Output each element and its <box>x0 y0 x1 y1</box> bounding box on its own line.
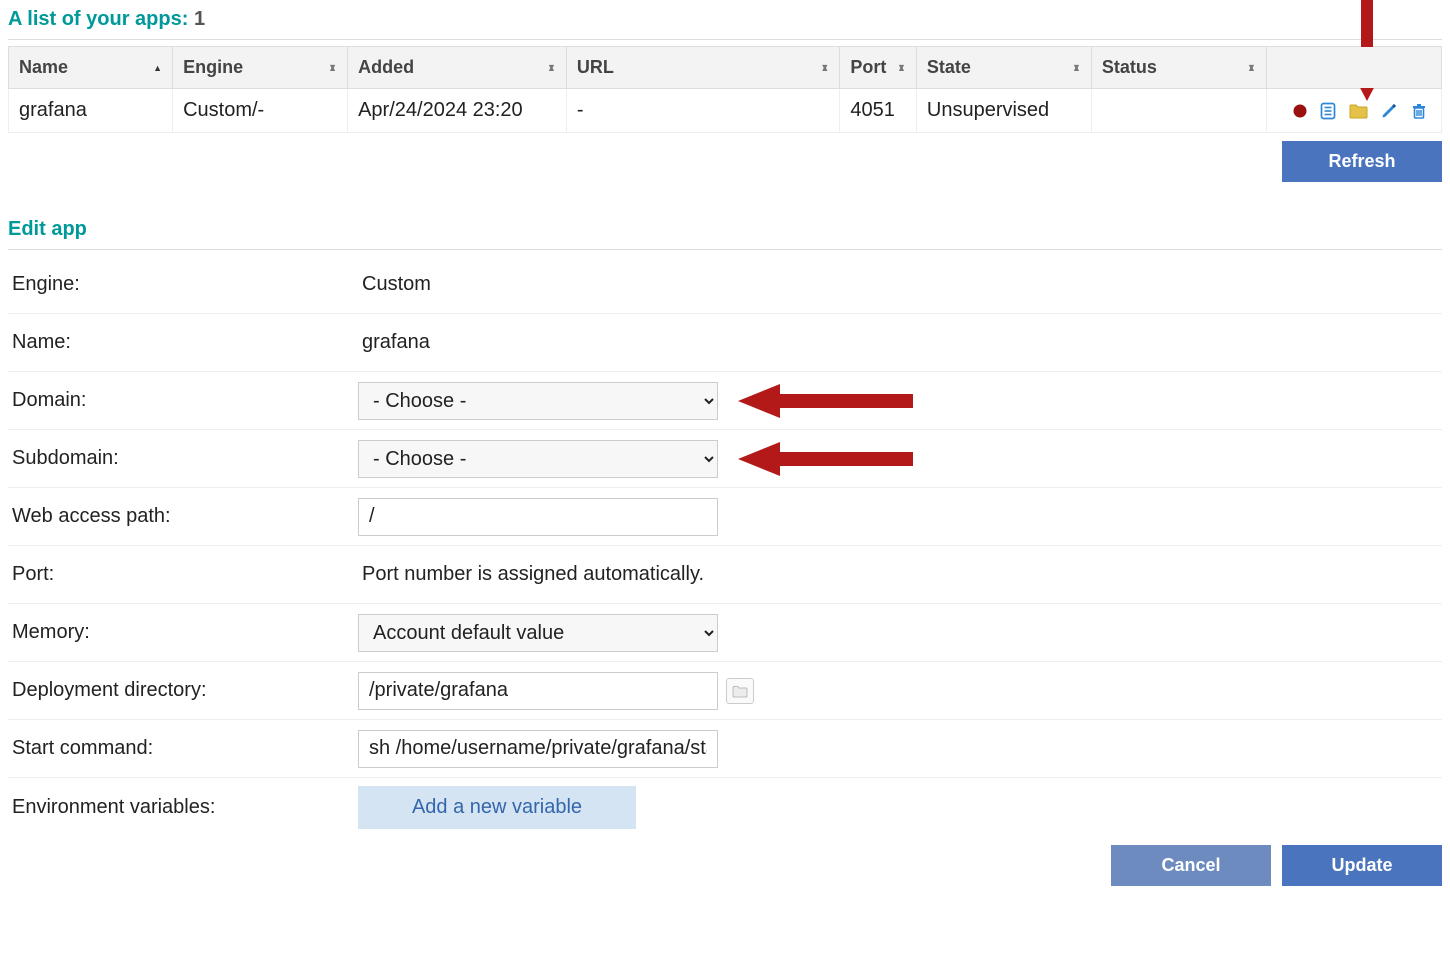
col-header-engine-label: Engine <box>183 57 243 77</box>
apps-list-title-text: A list of your apps: <box>8 8 188 30</box>
annotation-arrow-left <box>738 442 913 476</box>
col-header-added-label: Added <box>358 57 414 77</box>
cell-url: - <box>566 89 839 133</box>
folder-icon[interactable] <box>1349 102 1369 120</box>
cell-status <box>1091 89 1266 133</box>
row-domain: Domain: - Choose - <box>8 372 1442 430</box>
row-env: Environment variables: Add a new variabl… <box>8 778 1442 837</box>
trash-icon[interactable] <box>1410 102 1428 120</box>
engine-label: Engine: <box>8 273 358 296</box>
divider <box>8 39 1442 40</box>
table-row: grafana Custom/- Apr/24/2024 23:20 - 405… <box>9 89 1442 133</box>
row-startcmd: Start command: <box>8 720 1442 778</box>
row-port: Port: Port number is assigned automatica… <box>8 546 1442 604</box>
domain-label: Domain: <box>8 389 358 412</box>
webpath-label: Web access path: <box>8 505 358 528</box>
cell-state: Unsupervised <box>916 89 1091 133</box>
port-label: Port: <box>8 563 358 586</box>
edit-app-title: Edit app <box>8 218 1442 241</box>
startcmd-label: Start command: <box>8 737 358 760</box>
cancel-button[interactable]: Cancel <box>1111 845 1271 886</box>
annotation-arrow-left <box>738 384 913 418</box>
browse-folder-button[interactable] <box>726 678 754 704</box>
refresh-button[interactable]: Refresh <box>1282 141 1442 182</box>
col-header-url-label: URL <box>577 57 614 77</box>
deploydir-label: Deployment directory: <box>8 679 358 702</box>
update-button[interactable]: Update <box>1282 845 1442 886</box>
name-value: grafana <box>358 329 1442 356</box>
col-header-engine[interactable]: Engine <box>173 47 348 89</box>
logs-icon[interactable] <box>1319 102 1337 120</box>
cell-engine: Custom/- <box>173 89 348 133</box>
startcmd-input[interactable] <box>358 730 718 768</box>
cell-port: 4051 <box>840 89 917 133</box>
folder-open-icon <box>732 684 748 698</box>
col-header-added[interactable]: Added <box>348 47 567 89</box>
row-deploydir: Deployment directory: <box>8 662 1442 720</box>
col-header-port[interactable]: Port <box>840 47 917 89</box>
cell-added: Apr/24/2024 23:20 <box>348 89 567 133</box>
deploydir-input[interactable] <box>358 672 718 710</box>
apps-list-count: 1 <box>194 8 205 30</box>
cell-actions <box>1266 89 1441 133</box>
status-dot-icon[interactable] <box>1292 103 1308 119</box>
domain-select[interactable]: - Choose - <box>358 382 718 420</box>
row-webpath: Web access path: <box>8 488 1442 546</box>
memory-label: Memory: <box>8 621 358 644</box>
row-engine: Engine: Custom <box>8 256 1442 314</box>
col-header-name-label: Name <box>19 57 68 77</box>
col-header-status-label: Status <box>1102 57 1157 77</box>
col-header-url[interactable]: URL <box>566 47 839 89</box>
apps-table: Name Engine Added URL Port <box>8 46 1442 133</box>
row-name: Name: grafana <box>8 314 1442 372</box>
col-header-state-label: State <box>927 57 971 77</box>
row-subdomain: Subdomain: - Choose - <box>8 430 1442 488</box>
subdomain-label: Subdomain: <box>8 447 358 470</box>
memory-select[interactable]: Account default value <box>358 614 718 652</box>
col-header-actions <box>1266 47 1441 89</box>
engine-value: Custom <box>358 271 1442 298</box>
row-memory: Memory: Account default value <box>8 604 1442 662</box>
webpath-input[interactable] <box>358 498 718 536</box>
add-variable-button[interactable]: Add a new variable <box>358 786 636 829</box>
subdomain-select[interactable]: - Choose - <box>358 440 718 478</box>
name-label: Name: <box>8 331 358 354</box>
col-header-port-label: Port <box>850 57 886 77</box>
cell-name: grafana <box>9 89 173 133</box>
edit-icon[interactable] <box>1380 102 1398 120</box>
col-header-name[interactable]: Name <box>9 47 173 89</box>
port-value: Port number is assigned automatically. <box>358 561 1442 588</box>
col-header-state[interactable]: State <box>916 47 1091 89</box>
env-label: Environment variables: <box>8 796 358 819</box>
col-header-status[interactable]: Status <box>1091 47 1266 89</box>
divider <box>8 249 1442 250</box>
apps-list-title: A list of your apps: 1 <box>8 8 1442 31</box>
